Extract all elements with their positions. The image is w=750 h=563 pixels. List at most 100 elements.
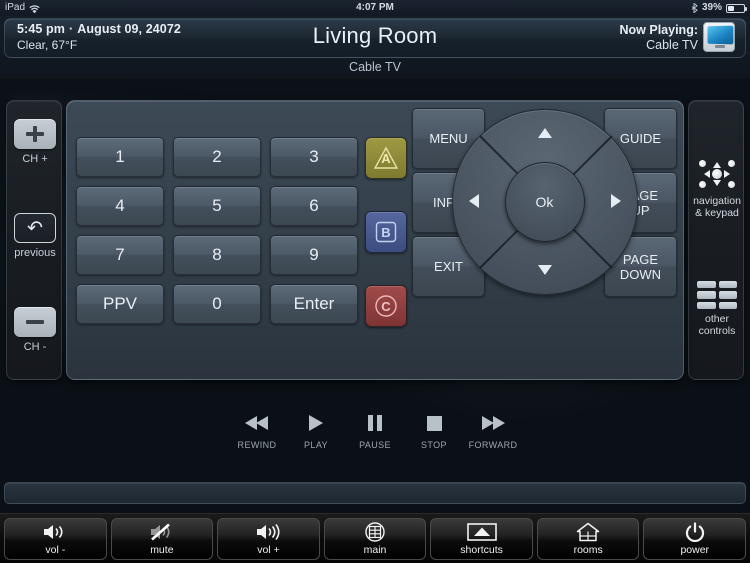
volume-up-button[interactable]: vol + xyxy=(217,517,320,560)
rewind-button[interactable]: REWIND xyxy=(228,408,287,468)
ios-status-bar: iPad 4:07 PM 39% xyxy=(0,0,750,16)
dpad-icon xyxy=(695,157,739,191)
remote-app-screen: iPad 4:07 PM 39% 5:45 pm · August 09, 2407… xyxy=(0,0,750,563)
forward-label: FORWARD xyxy=(468,440,518,450)
key-2[interactable]: 2 xyxy=(173,137,261,177)
house-icon xyxy=(576,521,600,543)
shortcuts-button[interactable]: shortcuts xyxy=(430,517,533,560)
rooms-label: rooms xyxy=(573,544,603,556)
previous-label: previous xyxy=(14,247,56,259)
play-button[interactable]: PLAY xyxy=(287,408,346,468)
key-6[interactable]: 6 xyxy=(270,186,358,226)
key-0[interactable]: 0 xyxy=(173,284,261,324)
minus-icon xyxy=(14,307,56,337)
volume-mute-icon xyxy=(149,521,175,543)
tv-stand xyxy=(715,45,725,48)
remote-stage: CH + ↶ previous CH - navigation & keypad… xyxy=(0,78,750,513)
navigation-cluster: MENU GUIDE INFO PAGE UP EXIT PAGE DOWN O… xyxy=(412,107,677,297)
ok-button[interactable]: Ok xyxy=(504,162,585,242)
navigation-keypad-button[interactable]: navigation & keypad xyxy=(689,157,745,219)
pause-button[interactable]: PAUSE xyxy=(346,408,405,468)
now-playing-label: Now Playing: xyxy=(619,22,698,37)
volume-down-icon xyxy=(42,521,68,543)
mute-button[interactable]: mute xyxy=(110,517,214,560)
transport-controls: REWIND PLAY PAUSE STOP FORWARD xyxy=(0,408,750,468)
dpad-left-button[interactable] xyxy=(468,193,480,212)
main-label: main xyxy=(363,544,387,556)
stop-button[interactable]: STOP xyxy=(405,408,464,468)
other-controls-label-line2: controls xyxy=(698,325,736,337)
dpad-down-button[interactable] xyxy=(537,262,553,279)
pause-icon xyxy=(346,408,405,438)
tv-icon[interactable] xyxy=(703,22,735,52)
channel-down-label: CH - xyxy=(23,341,47,353)
color-button-b-label: B xyxy=(381,224,391,240)
header-panel: 5:45 pm · August 09, 24072 Clear, 67°F Liv… xyxy=(4,18,746,58)
color-button-column: A B C xyxy=(365,137,407,327)
key-1[interactable]: 1 xyxy=(76,137,164,177)
rooms-button[interactable]: rooms xyxy=(536,517,640,560)
volume-up-label: vol + xyxy=(257,544,280,556)
battery-icon xyxy=(726,3,747,13)
now-playing-block[interactable]: Now Playing: Cable TV xyxy=(620,22,735,52)
numeric-keypad: 1 2 3 4 5 6 7 8 9 PPV 0 Enter xyxy=(76,137,358,327)
battery-percent-label: 39% xyxy=(701,2,722,13)
now-playing-value: Cable TV xyxy=(646,37,698,52)
key-enter[interactable]: Enter xyxy=(270,284,358,324)
triangle-icon: A xyxy=(372,145,400,171)
back-arrow-icon: ↶ xyxy=(14,213,56,243)
stop-icon xyxy=(405,408,464,438)
source-subtitle: Cable TV xyxy=(349,60,401,74)
color-button-c[interactable]: C xyxy=(365,285,407,327)
dpad-up-button[interactable] xyxy=(537,125,553,142)
color-button-a-label: A xyxy=(381,150,391,166)
key-3[interactable]: 3 xyxy=(270,137,358,177)
key-7[interactable]: 7 xyxy=(76,235,164,275)
power-button[interactable]: power xyxy=(643,517,747,560)
channel-up-label: CH + xyxy=(22,153,48,165)
now-playing-text: Now Playing: Cable TV xyxy=(620,23,698,52)
pause-label: PAUSE xyxy=(359,440,391,450)
bottom-slab xyxy=(4,482,746,504)
other-controls-label-line1: other xyxy=(705,313,729,325)
main-button[interactable]: main xyxy=(323,517,427,560)
play-label: PLAY xyxy=(304,440,328,450)
stop-label: STOP xyxy=(421,440,447,450)
key-ppv[interactable]: PPV xyxy=(76,284,164,324)
volume-down-label: vol - xyxy=(45,544,66,556)
key-4[interactable]: 4 xyxy=(76,186,164,226)
status-bar-clock: 4:07 PM xyxy=(356,2,394,13)
volume-down-button[interactable]: vol - xyxy=(4,517,107,560)
color-button-b[interactable]: B xyxy=(365,211,407,253)
play-icon xyxy=(287,408,346,438)
rewind-label: REWIND xyxy=(237,440,277,450)
bottom-toolbar: vol - mute vol + main shortcuts rooms po… xyxy=(0,513,750,563)
channel-up-button[interactable]: CH + xyxy=(7,119,63,165)
status-bar-right: 39% xyxy=(691,0,747,16)
key-9[interactable]: 9 xyxy=(270,235,358,275)
power-label: power xyxy=(680,544,710,556)
rewind-icon xyxy=(228,408,287,438)
key-5[interactable]: 5 xyxy=(173,186,261,226)
dpad-right-button[interactable] xyxy=(610,193,622,212)
mute-label: mute xyxy=(150,544,174,556)
tv-screen xyxy=(707,25,734,45)
previous-channel-button[interactable]: ↶ previous xyxy=(7,213,63,259)
fast-forward-icon xyxy=(464,408,523,438)
navigation-label-line1: navigation xyxy=(693,195,741,207)
remote-panel: 1 2 3 4 5 6 7 8 9 PPV 0 Enter A B C MENU… xyxy=(66,100,684,380)
bluetooth-icon xyxy=(691,2,698,14)
power-icon xyxy=(685,521,705,543)
app-header: 5:45 pm · August 09, 24072 Clear, 67°F Liv… xyxy=(0,16,750,78)
shortcuts-label: shortcuts xyxy=(460,544,503,556)
plus-icon xyxy=(14,119,56,149)
key-8[interactable]: 8 xyxy=(173,235,261,275)
volume-up-icon xyxy=(255,521,281,543)
fast-forward-button[interactable]: FORWARD xyxy=(464,408,523,468)
channel-down-button[interactable]: CH - xyxy=(7,307,63,353)
circle-icon: C xyxy=(372,293,400,319)
dpad: Ok xyxy=(451,109,638,295)
channel-rail: CH + ↶ previous CH - xyxy=(6,100,62,380)
other-controls-button[interactable]: other controls xyxy=(689,281,745,337)
color-button-a[interactable]: A xyxy=(365,137,407,179)
